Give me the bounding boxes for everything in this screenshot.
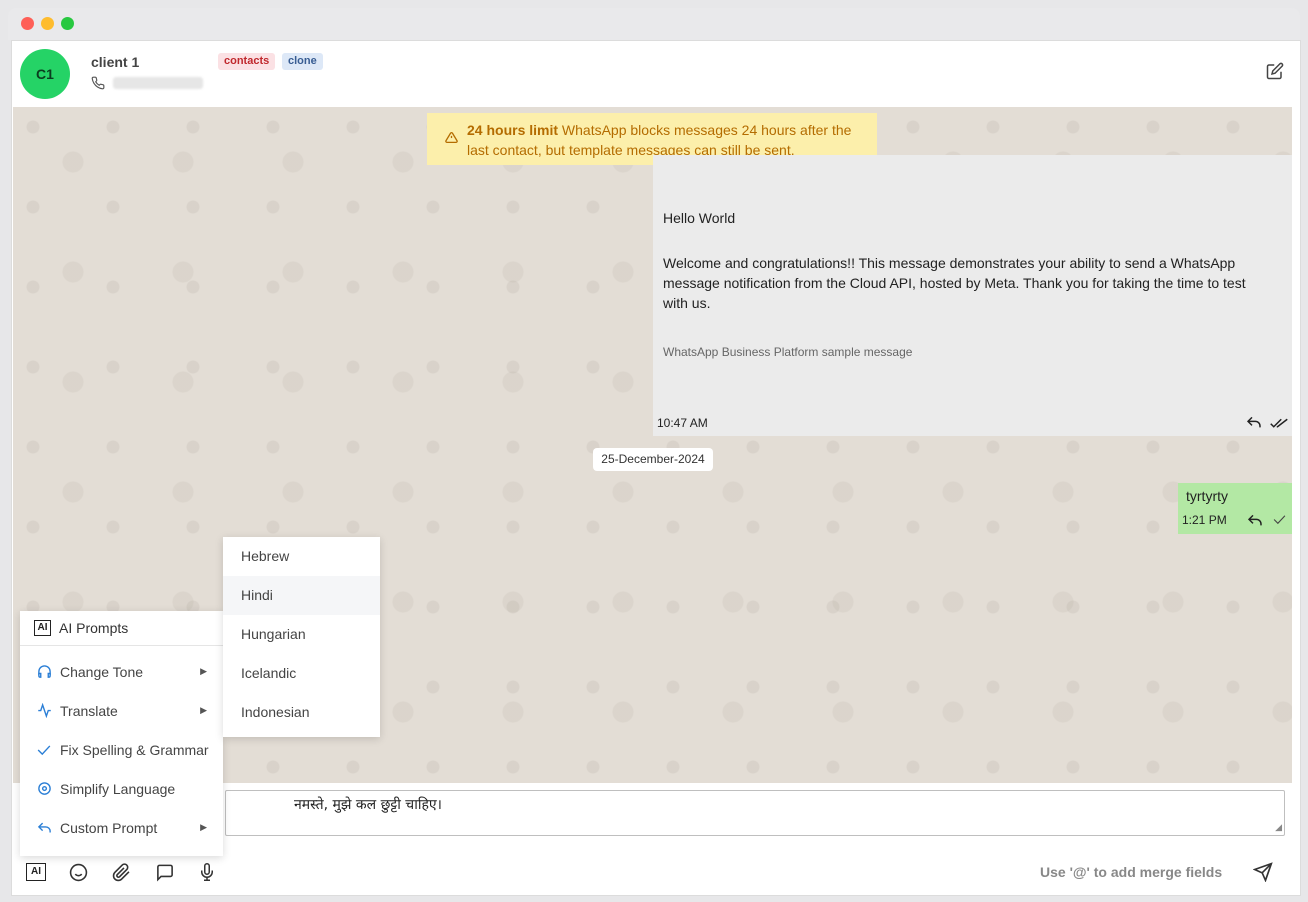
ai-item-translate[interactable]: Translate ▶: [20, 691, 223, 730]
date-separator: 25-December-2024: [593, 448, 713, 471]
minimize-window-button[interactable]: [41, 17, 54, 30]
outgoing-text: tyrtyrty: [1186, 488, 1228, 504]
language-option-hebrew[interactable]: Hebrew: [223, 537, 380, 576]
ai-item-label: Custom Prompt: [60, 819, 158, 836]
ai-prompts-title: AI Prompts: [59, 620, 129, 636]
merge-fields-hint: Use '@' to add merge fields: [1040, 864, 1223, 880]
ai-item-custom-prompt[interactable]: Custom Prompt ▶: [20, 808, 223, 847]
ai-item-fix-spelling[interactable]: Fix Spelling & Grammar: [20, 730, 223, 769]
template-message: Hello World Welcome and congratulations!…: [653, 155, 1292, 436]
language-option-hindi[interactable]: Hindi: [223, 576, 380, 615]
ai-item-label: Simplify Language: [60, 780, 176, 797]
target-icon: [38, 782, 51, 795]
avatar[interactable]: C1: [20, 49, 70, 99]
window-titlebar: [8, 8, 1300, 40]
reply-icon[interactable]: [1246, 415, 1262, 429]
submenu-arrow-icon: ▶: [200, 822, 207, 832]
message-time: 1:21 PM: [1182, 513, 1227, 527]
message-input[interactable]: नमस्ते, मुझे कल छुट्टी चाहिए। ◢: [225, 790, 1285, 836]
phone-number-redacted: [113, 77, 203, 89]
submenu-arrow-icon: ▶: [200, 705, 207, 715]
message-input-text: नमस्ते, मुझे कल छुट्टी चाहिए।: [294, 797, 442, 813]
ai-item-change-tone[interactable]: Change Tone ▶: [20, 652, 223, 691]
microphone-icon[interactable]: [198, 862, 216, 882]
ai-item-label: Change Tone: [60, 663, 144, 680]
message-time: 10:47 AM: [657, 416, 708, 430]
message-square-icon[interactable]: [155, 863, 175, 882]
ai-item-label: Fix Spelling & Grammar: [60, 741, 209, 758]
emoji-icon[interactable]: [69, 863, 88, 882]
check-icon: [1273, 515, 1286, 525]
ai-prompts-menu: AI AI Prompts Change Tone ▶ Translate ▶ …: [20, 611, 223, 856]
double-check-icon: [1270, 418, 1288, 428]
template-body: Welcome and congratulations!! This messa…: [663, 255, 1246, 311]
chat-header: C1 client 1 contacts clone: [12, 41, 1300, 107]
activity-icon: [38, 703, 51, 718]
ai-icon: AI: [34, 620, 51, 636]
reply-icon: [37, 822, 51, 833]
ai-item-label: Translate: [60, 702, 118, 719]
client-name: client 1: [91, 54, 140, 70]
headphones-icon: [38, 665, 51, 678]
limit-banner-title: 24 hours limit: [467, 122, 559, 138]
submenu-arrow-icon: ▶: [200, 666, 207, 676]
warning-icon: [445, 131, 458, 144]
maximize-window-button[interactable]: [61, 17, 74, 30]
phone-icon: [91, 76, 105, 90]
close-window-button[interactable]: [21, 17, 34, 30]
paperclip-icon[interactable]: [112, 862, 131, 882]
composer-toolbar: AI: [26, 861, 241, 883]
reply-icon[interactable]: [1247, 513, 1263, 527]
send-icon[interactable]: [1253, 862, 1273, 882]
check-icon: [37, 744, 51, 755]
ai-prompts-header: AI AI Prompts: [20, 611, 223, 646]
ai-button[interactable]: AI: [26, 863, 46, 881]
template-footer: WhatsApp Business Platform sample messag…: [663, 345, 913, 359]
resize-handle[interactable]: ◢: [1275, 822, 1282, 833]
tag-clone[interactable]: clone: [282, 53, 323, 70]
language-submenu: Hebrew Hindi Hungarian Icelandic Indones…: [223, 537, 380, 737]
ai-item-simplify-language[interactable]: Simplify Language: [20, 769, 223, 808]
language-option-hungarian[interactable]: Hungarian: [223, 615, 380, 654]
language-option-icelandic[interactable]: Icelandic: [223, 654, 380, 693]
phone-row: [91, 76, 203, 90]
outgoing-message: tyrtyrty 1:21 PM: [1178, 483, 1292, 534]
tag-contacts[interactable]: contacts: [218, 53, 276, 70]
language-option-indonesian[interactable]: Indonesian: [223, 693, 380, 732]
template-greeting: Hello World: [663, 210, 736, 226]
edit-icon[interactable]: [1266, 62, 1284, 80]
